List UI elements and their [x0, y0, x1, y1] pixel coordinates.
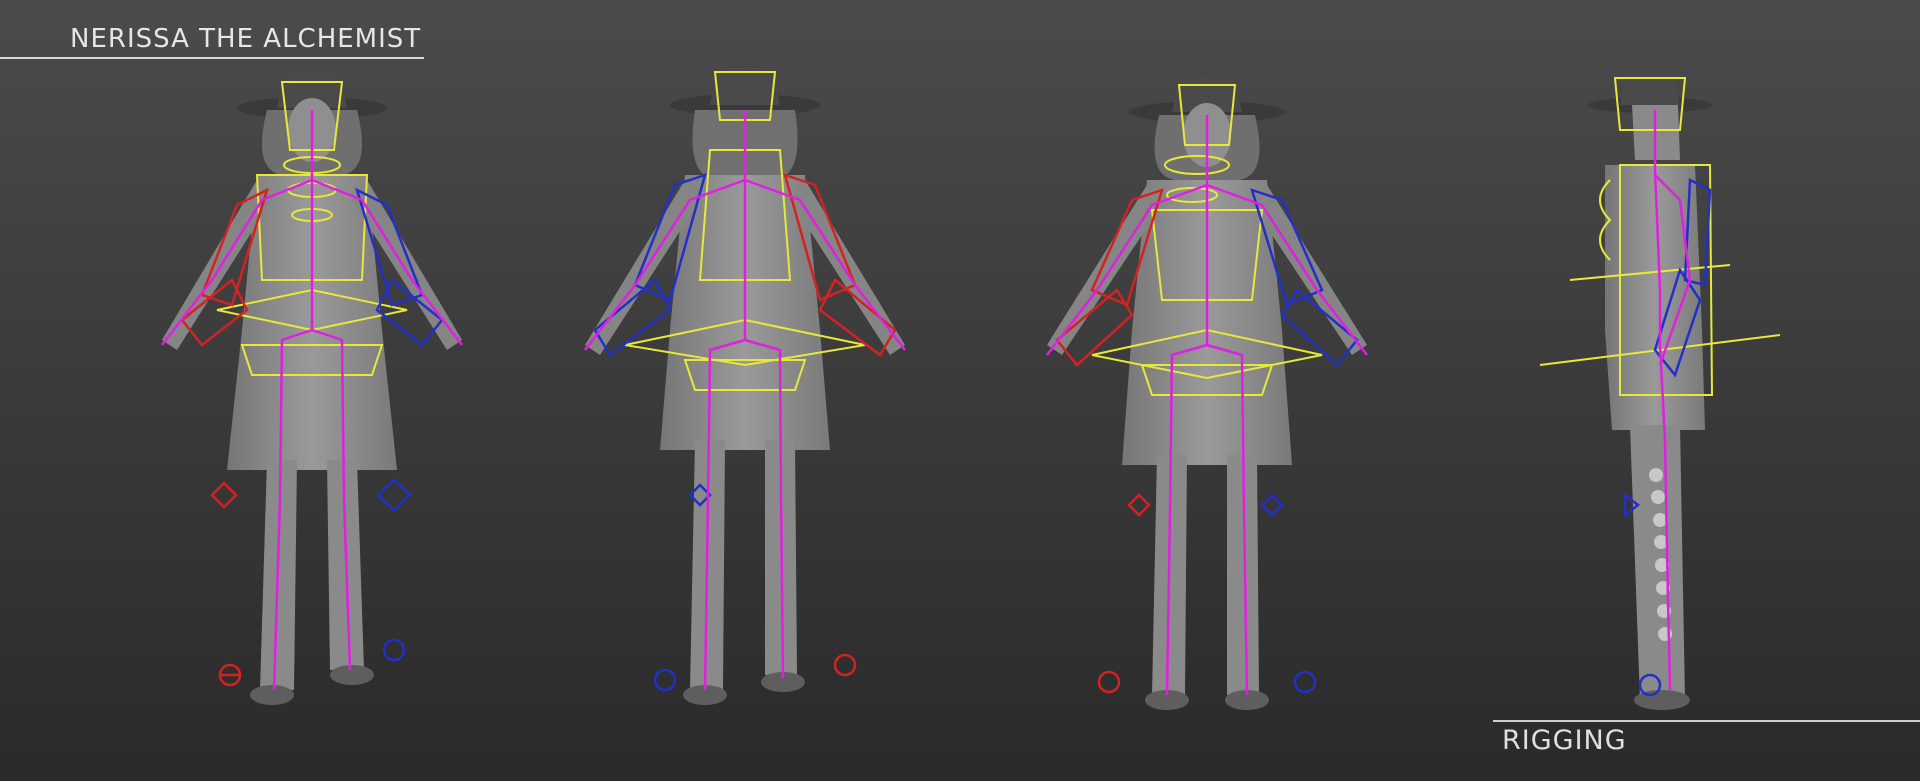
hat-crown — [1620, 72, 1680, 105]
boot-right — [330, 665, 374, 685]
character-view-front — [1046, 77, 1368, 710]
rig-viewport — [161, 67, 1781, 710]
character-view-back — [584, 67, 906, 705]
section-caption: RIGGING — [1502, 725, 1627, 756]
character-view-front-left — [161, 71, 463, 705]
character-view-side — [1539, 72, 1781, 710]
boot-left — [250, 685, 294, 705]
section-divider — [1493, 720, 1920, 722]
